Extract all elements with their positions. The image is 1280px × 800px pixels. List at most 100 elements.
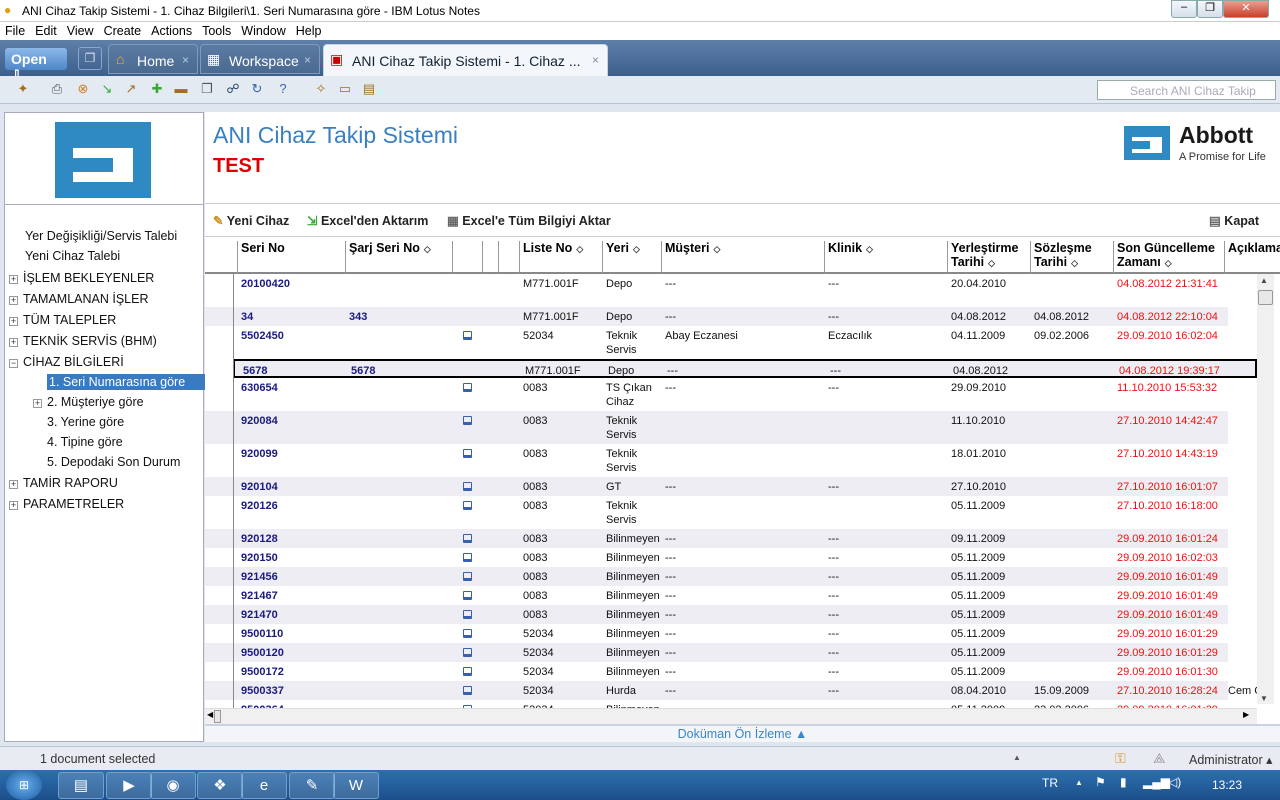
maximize-button[interactable]: ❐ [1197,0,1223,18]
new-icon[interactable]: ✦ [14,81,32,99]
user-menu[interactable]: Administrator ▴ [1189,752,1272,767]
menu-window[interactable]: Window [241,24,285,38]
sidebar-item[interactable]: 3. Yerine göre [33,415,124,429]
toolbox-icon[interactable]: ▭ [336,81,354,99]
h-scroll-thumb[interactable] [214,710,221,723]
sidebar-item[interactable]: Yer Değişikliği/Servis Talebi [25,229,177,243]
sidebar-item[interactable]: + TAMİR RAPORU [9,476,118,490]
previous-unread-icon[interactable]: ↗ [122,81,140,99]
paint-task-icon[interactable]: ✎ [289,772,335,799]
explorer-task-icon[interactable]: ▤ [58,772,104,799]
column-header-sozlesme[interactable]: Sözleşme Tarihi ◇ [1030,241,1113,273]
action-center-flag-icon[interactable]: ⚑ [1095,775,1106,789]
firefox-task-icon[interactable]: ◉ [150,772,196,799]
table-row[interactable]: 5678 5678 M771.001F Depo --- --- 04.08.2012 04.… [233,359,1257,378]
column-header-x2[interactable] [498,241,514,273]
tab-ani-cihaz[interactable]: ▣ ANI Cihaz Takip Sistemi - 1. Cihaz ... × [323,44,608,77]
column-header-yerlestirme[interactable]: Yerleştirme Tarihi ◇ [947,241,1030,273]
table-row[interactable]: 921456 0083 Bilinmeyen --- --- 05.11.2009 29.0… [205,567,1228,586]
show-hidden-icons[interactable]: ▲ [1075,778,1083,787]
document-preview-toggle[interactable]: Doküman Ön İzleme ▲ [205,724,1280,742]
menu-help[interactable]: Help [296,24,322,38]
lotus-notes-task-icon[interactable]: ❖ [197,772,243,799]
table-row[interactable]: 9500120 52034 Bilinmeyen --- --- 05.11.2009 29… [205,643,1228,662]
table-row[interactable]: 34 343 M771.001F Depo --- --- 04.08.2012 04.08.… [205,307,1228,326]
start-button[interactable]: ⊞ [6,770,42,800]
table-row[interactable]: 5502450 52034 Teknik Servis Abay Eczanesi Ec… [205,326,1228,359]
close-tab-icon[interactable]: × [304,53,311,67]
expand-icon[interactable]: + [9,296,18,305]
ie-task-icon[interactable]: e [241,772,287,799]
word-task-icon[interactable]: W [333,772,379,799]
sidebar-item[interactable]: +2. Müşteriye göre [33,395,144,409]
sidebar-item[interactable]: + İŞLEM BEKLEYENLER [9,271,154,285]
sort-icon[interactable]: ◇ [988,258,995,268]
stop-icon[interactable]: ⊗ [74,81,92,99]
sidebar-item[interactable]: 5. Depodaki Son Durum [33,455,180,469]
table-row[interactable]: 920126 0083 Teknik Servis 05.11.2009 27.10.2… [205,496,1228,529]
sort-icon[interactable]: ◇ [576,244,583,254]
sort-icon[interactable]: ◇ [633,244,640,254]
sort-icon[interactable]: ◇ [1071,258,1078,268]
tab-workspace[interactable]: ▦ Workspace × [200,44,320,74]
refresh-icon[interactable]: ↻ [248,81,266,99]
menu-create[interactable]: Create [104,24,142,38]
collapse-icon[interactable]: − [9,359,18,368]
sidebar-item[interactable]: + TEKNİK SERVİS (BHM) [9,334,157,348]
table-row[interactable]: 9500337 52034 Hurda --- --- 08.04.2010 15.09.2… [205,681,1257,700]
table-row[interactable]: 630654 0083 TS Çıkan Cihaz --- --- 29.09.2010… [205,378,1228,411]
table-row[interactable]: 20100420 M771.001F Depo --- --- 20.04.2010 04.… [205,274,1228,307]
close-tab-icon[interactable]: × [182,53,189,67]
menu-actions[interactable]: Actions [151,24,192,38]
sidebar-item[interactable]: + TÜM TALEPLER [9,313,116,327]
language-indicator[interactable]: TR [1042,776,1058,790]
column-header-sarj[interactable]: Şarj Seri No ◇ [345,241,453,273]
close-button[interactable]: ✕ [1223,0,1269,18]
close-tab-icon[interactable]: × [592,53,599,67]
table-row[interactable]: 920128 0083 Bilinmeyen --- --- 09.11.2009 29.0… [205,529,1228,548]
column-header-musteri[interactable]: Müşteri ◇ [661,241,824,273]
help-icon[interactable]: ? [274,81,292,99]
column-header-seri[interactable]: Seri No [237,241,345,273]
excel-export-button[interactable]: ▦ Excel'e Tüm Bilgiyi Aktar [447,213,611,228]
sidebar-item[interactable]: Yeni Cihaz Talebi [25,249,120,263]
table-row[interactable]: 921467 0083 Bilinmeyen --- --- 05.11.2009 29.0… [205,586,1228,605]
search-binoculars-icon[interactable]: ☍ [224,81,242,99]
expand-icon[interactable]: + [9,275,18,284]
column-header-doc[interactable] [452,241,482,273]
expand-icon[interactable]: + [9,501,18,510]
search-input[interactable]: Search ANI Cihaz Takip [1097,80,1276,100]
table-row[interactable]: 921470 0083 Bilinmeyen --- --- 05.11.2009 29.0… [205,605,1228,624]
minimize-button[interactable]: – [1171,0,1197,18]
column-header-aciklama[interactable]: Açıklama [1224,241,1280,273]
expand-icon[interactable]: + [9,317,18,326]
excel-import-button[interactable]: ⇲ Excel'den Aktarım [307,213,428,228]
column-header-klinik[interactable]: Klinik ◇ [824,241,947,273]
menu-edit[interactable]: Edit [35,24,57,38]
open-button[interactable]: Open ⇩ [5,48,67,83]
table-row[interactable]: 920084 0083 Teknik Servis 11.10.2010 27.10.2… [205,411,1228,444]
copy-icon[interactable]: ❐ [198,81,216,99]
bookmark-icon[interactable]: ✧ [312,81,330,99]
volume-icon[interactable]: ◁) [1168,775,1181,789]
column-header-yeri[interactable]: Yeri ◇ [602,241,661,273]
menu-tools[interactable]: Tools [202,24,231,38]
sort-icon[interactable]: ◇ [1165,258,1172,268]
sidebar-item[interactable]: 4. Tipine göre [33,435,123,449]
menu-file[interactable]: File [5,24,25,38]
power-icon[interactable]: ▮ [1120,775,1127,789]
media-player-task-icon[interactable]: ▶ [106,772,152,799]
preview-pane-icon[interactable]: ▤ [360,81,378,99]
expand-icon[interactable]: + [33,399,42,408]
table-row[interactable]: 920150 0083 Bilinmeyen --- --- 05.11.2009 29.0… [205,548,1228,567]
sort-icon[interactable]: ◇ [424,244,431,254]
table-row[interactable]: 920104 0083 GT --- --- 27.10.2010 27.10.2010 1… [205,477,1228,496]
expand-icon[interactable]: ✚ [148,81,166,99]
sort-icon[interactable]: ◇ [713,244,720,254]
network-icon[interactable]: ▂▄▆ [1143,775,1170,789]
next-unread-icon[interactable]: ↘ [98,81,116,99]
switcher-icon[interactable]: ❐ [78,47,102,70]
tab-home[interactable]: ⌂ Home × [108,44,198,74]
new-device-button[interactable]: ✎ Yeni Cihaz [213,213,289,228]
expand-icon[interactable]: + [9,338,18,347]
